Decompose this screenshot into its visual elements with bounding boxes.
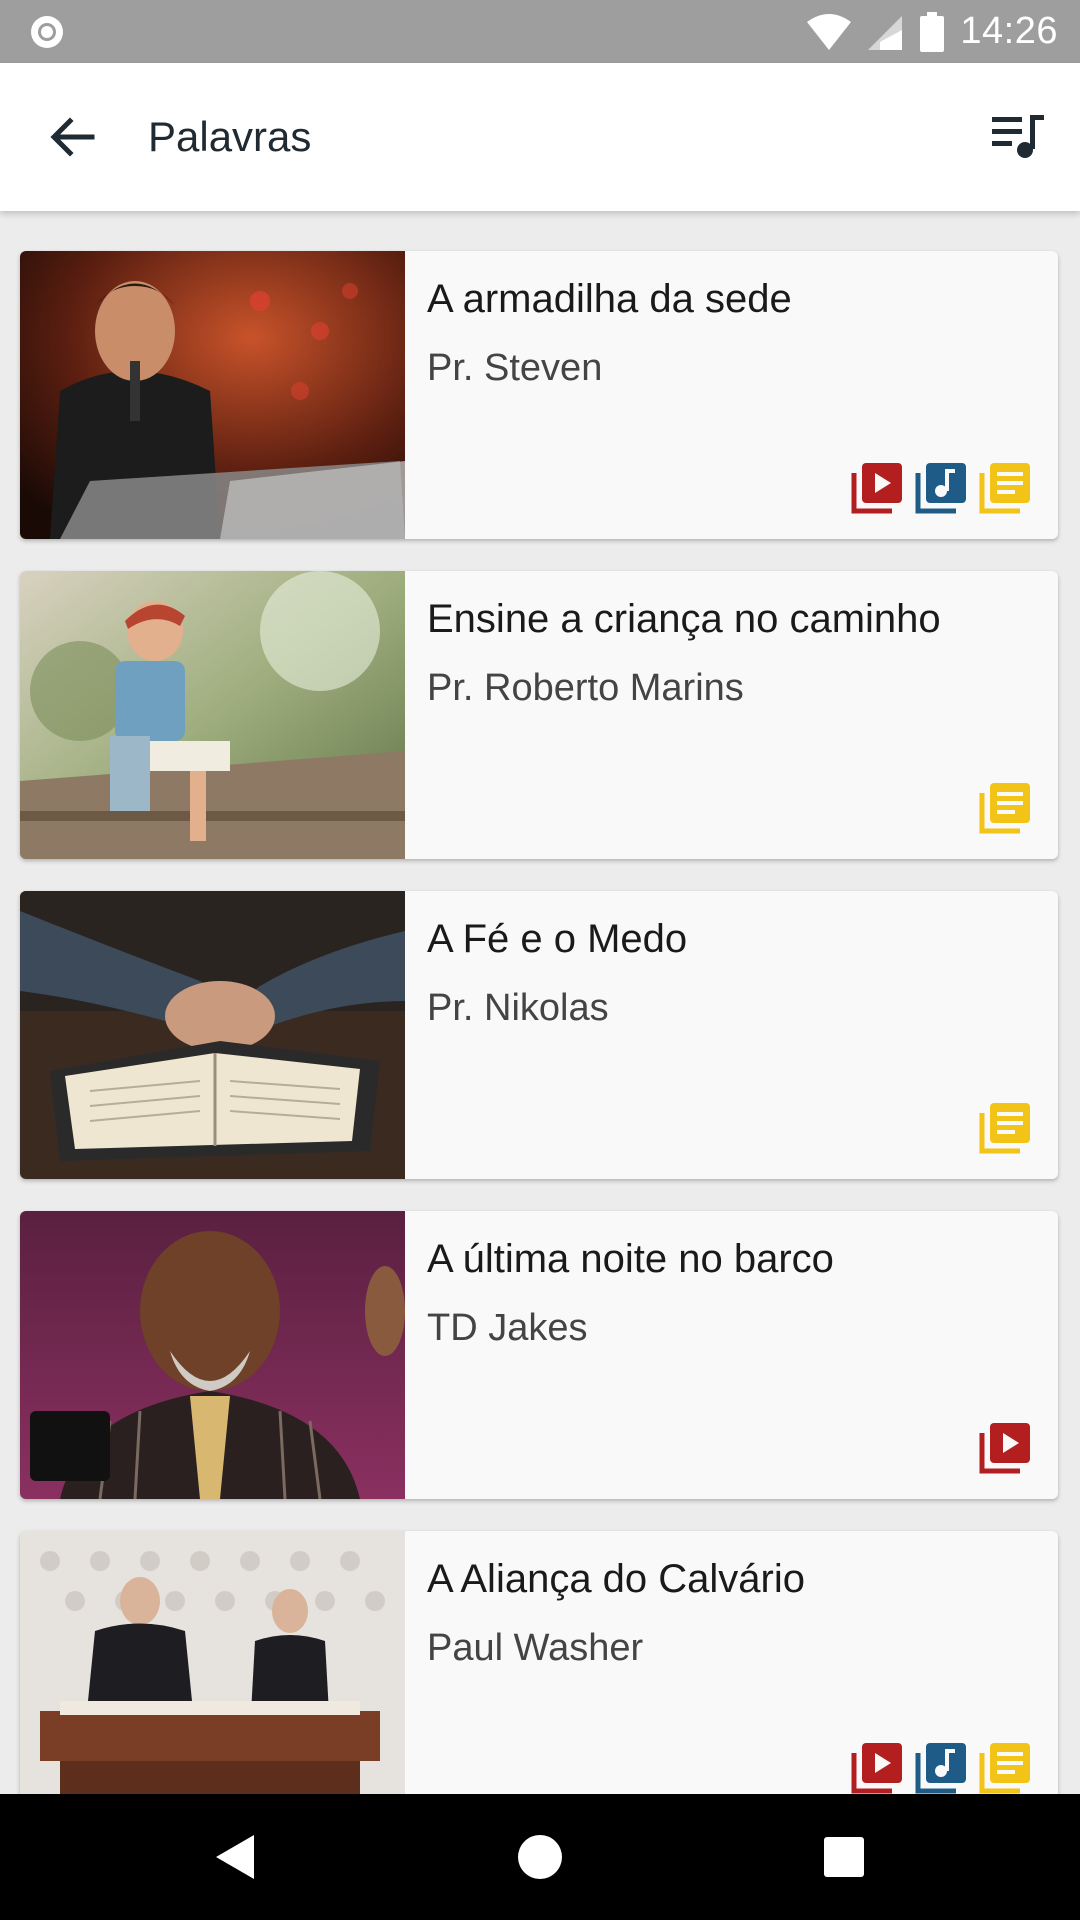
home-circle-icon[interactable] — [510, 1827, 570, 1887]
audio-icon[interactable] — [914, 1739, 970, 1794]
card-author: TD Jakes — [427, 1307, 588, 1349]
text-icon[interactable] — [978, 779, 1034, 835]
video-icon[interactable] — [978, 1419, 1034, 1475]
list-item[interactable]: A Fé e o Medo Pr. Nikolas — [20, 891, 1058, 1179]
thumbnail-image — [20, 891, 405, 1179]
page-title: Palavras — [148, 113, 312, 160]
signal-icon — [868, 15, 903, 50]
notification-ring-icon — [31, 16, 63, 48]
thumbnail-image — [20, 571, 405, 859]
status-time: 14:26 — [960, 10, 1058, 52]
playlist-music-icon[interactable] — [988, 109, 1048, 165]
media-badges — [850, 459, 1034, 515]
card-title: A Aliança do Calvário — [427, 1557, 806, 1601]
status-right: 14:26 — [806, 0, 1058, 63]
battery-icon — [920, 11, 945, 52]
list-item[interactable]: A Aliança do Calvário Paul Washer — [20, 1531, 1058, 1794]
text-icon[interactable] — [978, 1739, 1034, 1794]
card-title: A última noite no barco — [427, 1237, 834, 1281]
status-bar: 14:26 — [0, 0, 1080, 63]
card-author: Pr. Roberto Marins — [427, 667, 744, 709]
media-badges — [978, 1099, 1034, 1155]
card-author: Pr. Steven — [427, 347, 603, 389]
list-item[interactable]: A última noite no barco TD Jakes — [20, 1211, 1058, 1499]
wifi-icon — [807, 13, 852, 50]
text-icon[interactable] — [978, 459, 1034, 515]
card-title: Ensine a criança no caminho — [427, 597, 941, 641]
card-author: Pr. Nikolas — [427, 987, 609, 1029]
card-author: Paul Washer — [427, 1627, 644, 1669]
list-item[interactable]: A armadilha da sede Pr. Steven — [20, 251, 1058, 539]
video-icon[interactable] — [850, 459, 906, 515]
media-badges — [978, 1419, 1034, 1475]
media-badges — [850, 1739, 1034, 1794]
sermon-list: A armadilha da sede Pr. Steven Ensine a … — [0, 211, 1080, 1794]
list-item[interactable]: Ensine a criança no caminho Pr. Roberto … — [20, 571, 1058, 859]
system-nav-bar — [0, 1794, 1080, 1920]
audio-icon[interactable] — [914, 459, 970, 515]
card-title: A armadilha da sede — [427, 277, 792, 321]
thumbnail-image — [20, 1531, 405, 1794]
card-title: A Fé e o Medo — [427, 917, 688, 961]
app-bar: Palavras — [0, 63, 1080, 211]
text-icon[interactable] — [978, 1099, 1034, 1155]
media-badges — [978, 779, 1034, 835]
thumbnail-image — [20, 1211, 405, 1499]
back-triangle-icon[interactable] — [206, 1827, 266, 1887]
arrow-back-icon[interactable] — [42, 107, 102, 167]
thumbnail-image — [20, 251, 405, 539]
video-icon[interactable] — [850, 1739, 906, 1794]
recents-square-icon[interactable] — [814, 1827, 874, 1887]
